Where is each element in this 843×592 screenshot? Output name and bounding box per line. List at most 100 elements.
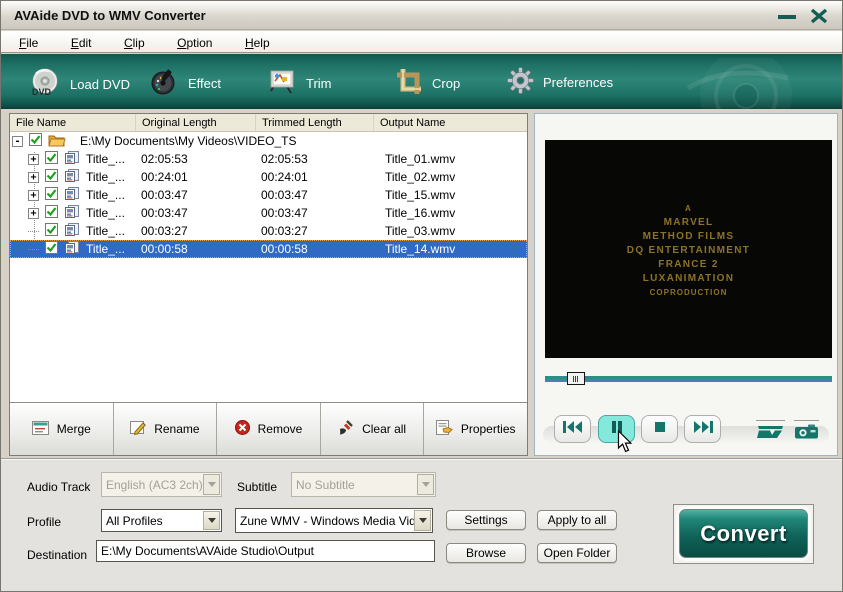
subtitle-select[interactable]: No Subtitle [291,472,436,497]
open-snapshot-folder-button[interactable] [756,420,785,444]
audio-track-select[interactable]: English (AC3 2ch) [101,472,222,497]
chevron-down-icon [417,474,434,495]
table-row[interactable]: Title_... 00:03:27 00:03:27 Title_03.wmv [10,222,527,240]
mouse-cursor [617,429,634,459]
apply-to-all-button[interactable]: Apply to all [537,510,617,530]
table-row[interactable]: Title_... 00:00:58 00:00:58 Title_14.wmv [10,240,527,258]
next-button[interactable] [684,415,721,443]
row-trimmed-length: 00:03:47 [261,206,308,220]
clear-all-brush-icon [338,419,354,439]
crop-button[interactable]: Crop [395,67,460,100]
tree-expander-icon[interactable] [28,248,39,250]
list-actions-bar: Merge Rename Remove Clear all Properties [10,402,527,455]
file-table-header: File Name Original Length Trimmed Length… [10,114,527,132]
title-bar: AVAide DVD to WMV Converter [1,1,842,30]
load-dvd-label: Load DVD [70,77,130,92]
preferences-button[interactable]: Preferences [507,67,613,97]
menu-clip[interactable]: Clip [124,32,145,50]
crop-frame-icon [395,67,423,100]
profile-select[interactable]: Zune WMV - Windows Media Vid [235,508,433,533]
tree-expander-icon[interactable]: + [28,171,39,183]
column-original-length[interactable]: Original Length [136,114,256,131]
row-checkbox[interactable] [45,223,58,239]
row-checkbox[interactable] [45,205,58,221]
tree-expander-icon[interactable]: + [28,153,39,165]
skip-back-icon [562,420,584,439]
row-output-name: Title_03.wmv [385,224,456,238]
remove-icon [234,420,250,438]
rename-button[interactable]: Rename [114,403,218,455]
column-trimmed-length[interactable]: Trimmed Length [256,114,374,131]
previous-button[interactable] [554,415,591,443]
column-file-name[interactable]: File Name [10,114,136,131]
rename-label: Rename [154,422,200,436]
row-title: Title_... [86,224,124,238]
video-caption-line: A [684,204,693,213]
window-title: AVAide DVD to WMV Converter [14,8,206,23]
root-checkbox[interactable] [29,133,42,149]
stop-icon [654,420,666,438]
tree-root-row[interactable]: - E:\My Documents\My Videos\VIDEO_TS [10,132,527,150]
tree-expander-icon[interactable] [28,230,39,232]
video-caption-line: DQ ENTERTAINMENT [626,245,751,256]
row-checkbox[interactable] [45,187,58,203]
stop-button[interactable] [641,415,678,443]
row-original-length: 00:03:47 [141,188,188,202]
convert-frame: Convert [673,504,814,564]
destination-input[interactable] [96,540,435,562]
seek-thumb[interactable] [566,372,585,385]
video-caption-line: FRANCE 2 [658,259,719,270]
effect-button[interactable]: Effect [149,67,221,100]
title-clip-icon [64,169,80,185]
row-title: Title_... [86,206,124,220]
audio-track-label: Audio Track [27,480,91,494]
snapshot-folder-icon [756,426,785,443]
properties-label: Properties [460,422,516,436]
remove-button[interactable]: Remove [217,403,321,455]
column-output-name[interactable]: Output Name [374,114,527,131]
properties-button[interactable]: Properties [424,403,527,455]
chevron-down-icon [203,474,220,495]
video-caption-line: COPRODUCTION [649,288,728,297]
row-title: Title_... [86,242,124,256]
trim-button[interactable]: Trim [267,67,332,100]
row-checkbox[interactable] [45,241,58,257]
dvd-disc-icon: DVD [29,67,61,102]
menu-file[interactable]: File [19,32,38,50]
close-icon[interactable] [810,8,828,24]
minimize-icon[interactable] [778,15,796,19]
file-list-panel: File Name Original Length Trimmed Length… [9,113,528,456]
chevron-down-icon [203,511,220,530]
row-checkbox[interactable] [45,151,58,167]
preview-panel: A MARVEL METHOD FILMS DQ ENTERTAINMENT FRANC… [534,113,838,456]
table-row[interactable]: + Title_... 00:03:47 00:03:47 Title_16.w… [10,204,527,222]
convert-button[interactable]: Convert [679,509,808,558]
tree-expander-icon[interactable]: + [28,189,39,201]
merge-button[interactable]: Merge [10,403,114,455]
load-dvd-button[interactable]: DVD Load DVD [29,67,130,102]
file-tree-rows: + Title_... 02:05:53 02:05:53 Title_01.w… [10,150,527,258]
table-row[interactable]: + Title_... 00:24:01 00:24:01 Title_02.w… [10,168,527,186]
row-original-length: 02:05:53 [141,152,188,166]
row-output-name: Title_15.wmv [385,188,456,202]
snapshot-button[interactable] [794,420,819,444]
row-output-name: Title_14.wmv [385,242,456,256]
collapse-expander-icon[interactable]: - [12,135,23,147]
row-checkbox[interactable] [45,169,58,185]
menu-edit[interactable]: Edit [71,32,92,50]
open-folder-button[interactable]: Open Folder [537,543,617,563]
table-row[interactable]: + Title_... 00:03:47 00:03:47 Title_15.w… [10,186,527,204]
profile-category-select[interactable]: All Profiles [101,509,222,532]
seek-slider[interactable] [545,376,832,382]
menu-option[interactable]: Option [177,32,212,50]
browse-button[interactable]: Browse [446,543,526,563]
tree-expander-icon[interactable]: + [28,207,39,219]
settings-button[interactable]: Settings [446,510,526,530]
row-trimmed-length: 00:03:47 [261,188,308,202]
menu-help[interactable]: Help [245,32,270,50]
merge-icon [31,420,49,438]
row-trimmed-length: 02:05:53 [261,152,308,166]
table-row[interactable]: + Title_... 02:05:53 02:05:53 Title_01.w… [10,150,527,168]
file-tree: - E:\My Documents\My Videos\VIDEO_TS + T… [10,132,527,402]
clear-all-button[interactable]: Clear all [321,403,425,455]
